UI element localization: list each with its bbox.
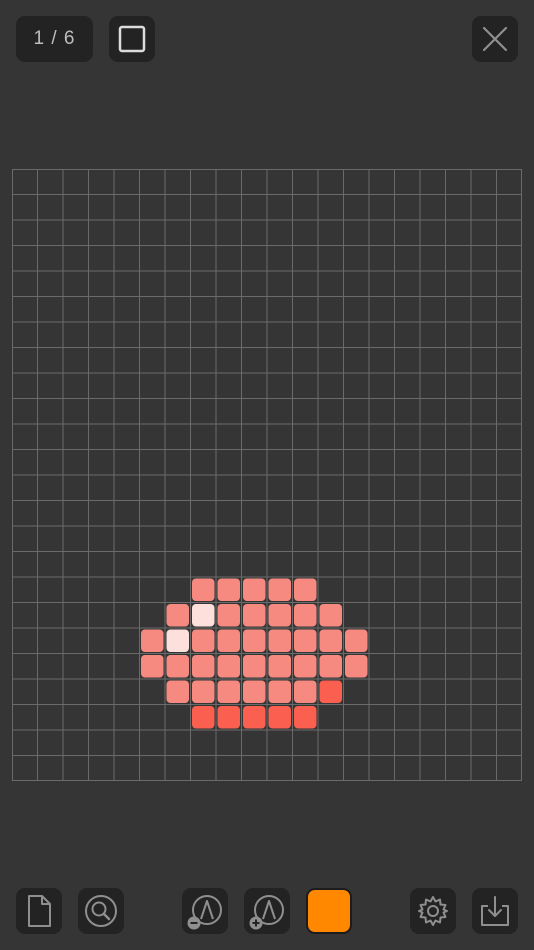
- grid-lines: [12, 169, 522, 781]
- pixel-cell: [192, 680, 215, 703]
- pixel-cell: [166, 604, 189, 627]
- pixel-cell: [294, 706, 317, 729]
- pixel-cell: [141, 655, 164, 678]
- current-color-swatch[interactable]: [306, 888, 352, 934]
- pixel-cell: [166, 680, 189, 703]
- pixel-cell: [217, 680, 240, 703]
- pixel-cell: [243, 604, 266, 627]
- pixel-cell: [319, 604, 342, 627]
- pixel-cell: [217, 578, 240, 601]
- pixel-cell: [192, 629, 215, 652]
- close-icon: [482, 26, 508, 52]
- pixel-cell: [141, 629, 164, 652]
- settings-button[interactable]: [410, 888, 456, 934]
- square-outline-icon: [118, 25, 146, 53]
- pixel-cell: [294, 629, 317, 652]
- gear-icon: [418, 896, 448, 926]
- page-indicator[interactable]: 1 / 6: [16, 16, 93, 62]
- pixel-cell: [243, 655, 266, 678]
- pixel-cell: [192, 578, 215, 601]
- pixel-cell: [294, 680, 317, 703]
- download-icon: [481, 896, 509, 926]
- pixel-cell: [294, 604, 317, 627]
- pixel-cell: [217, 655, 240, 678]
- pixel-cell: [268, 604, 291, 627]
- pixel-cell: [217, 604, 240, 627]
- pixel-cell: [345, 629, 368, 652]
- pixel-cell: [319, 629, 342, 652]
- pixel-cell: [166, 655, 189, 678]
- pixel-cell: [192, 655, 215, 678]
- pixel-cell: [268, 680, 291, 703]
- page-indicator-label: 1 / 6: [33, 28, 76, 49]
- brush-plus-icon: [249, 895, 284, 930]
- pixel-cell: [192, 604, 215, 627]
- pixel-cell: [217, 706, 240, 729]
- decrease-brush-button[interactable]: [182, 888, 228, 934]
- pixel-cell: [268, 578, 291, 601]
- pixel-cell: [243, 629, 266, 652]
- new-document-button[interactable]: [16, 888, 62, 934]
- pixel-cell: [268, 655, 291, 678]
- pixel-cell: [345, 655, 368, 678]
- document-icon: [28, 895, 51, 927]
- pixel-cell: [217, 629, 240, 652]
- pixel-cell: [294, 578, 317, 601]
- drawing-canvas[interactable]: [12, 169, 522, 781]
- export-button[interactable]: [472, 888, 518, 934]
- pixel-cell: [243, 578, 266, 601]
- pixel-cell: [243, 706, 266, 729]
- pixel-cell: [319, 680, 342, 703]
- pixel-cell: [192, 706, 215, 729]
- pixel-cell: [294, 655, 317, 678]
- brush-minus-icon: [187, 895, 222, 930]
- pixel-cell: [243, 680, 266, 703]
- pixel-cell: [268, 629, 291, 652]
- pixel-cell: [268, 706, 291, 729]
- pixel-cell: [166, 629, 189, 652]
- zoom-button[interactable]: [78, 888, 124, 934]
- pixel-cell: [319, 655, 342, 678]
- close-button[interactable]: [472, 16, 518, 62]
- magnifier-icon: [85, 895, 117, 927]
- increase-brush-button[interactable]: [244, 888, 290, 934]
- frame-toggle-button[interactable]: [109, 16, 155, 62]
